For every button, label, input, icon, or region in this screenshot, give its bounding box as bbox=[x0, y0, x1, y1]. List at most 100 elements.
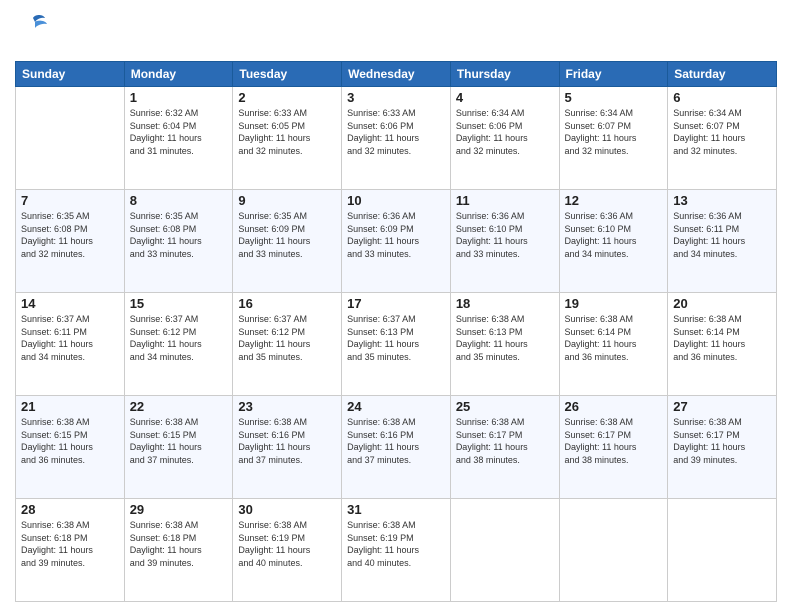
calendar-cell: 3 Sunrise: 6:33 AMSunset: 6:06 PMDaylight… bbox=[342, 87, 451, 190]
calendar-cell: 23 Sunrise: 6:38 AMSunset: 6:16 PMDayligh… bbox=[233, 396, 342, 499]
calendar-cell: 11Sunrise: 6:36 AMSunset: 6:10 PMDayligh… bbox=[450, 190, 559, 293]
calendar-cell: 21 Sunrise: 6:38 AMSunset: 6:15 PMDayligh… bbox=[16, 396, 125, 499]
cell-content: Sunrise: 6:37 AMSunset: 6:11 PMDaylight:… bbox=[21, 313, 119, 363]
day-number: 1 bbox=[130, 90, 228, 105]
cell-content: Sunrise: 6:33 AMSunset: 6:06 PMDaylight:… bbox=[347, 107, 445, 157]
calendar-cell: 28 Sunrise: 6:38 AMSunset: 6:18 PMDayligh… bbox=[16, 499, 125, 602]
day-number: 7 bbox=[21, 193, 119, 208]
calendar-cell: 26 Sunrise: 6:38 AMSunset: 6:17 PMDayligh… bbox=[559, 396, 668, 499]
cell-content: Sunrise: 6:38 AMSunset: 6:15 PMDaylight:… bbox=[21, 416, 119, 466]
calendar-cell: 14 Sunrise: 6:37 AMSunset: 6:11 PMDayligh… bbox=[16, 293, 125, 396]
calendar-cell bbox=[450, 499, 559, 602]
cell-content: Sunrise: 6:37 AMSunset: 6:12 PMDaylight:… bbox=[130, 313, 228, 363]
day-number: 10 bbox=[347, 193, 445, 208]
calendar-cell: 16 Sunrise: 6:37 AMSunset: 6:12 PMDayligh… bbox=[233, 293, 342, 396]
cell-content: Sunrise: 6:35 AMSunset: 6:08 PMDaylight:… bbox=[130, 210, 228, 260]
week-row-3: 14 Sunrise: 6:37 AMSunset: 6:11 PMDayligh… bbox=[16, 293, 777, 396]
weekday-header-monday: Monday bbox=[124, 62, 233, 87]
cell-content: Sunrise: 6:34 AMSunset: 6:07 PMDaylight:… bbox=[565, 107, 663, 157]
day-number: 9 bbox=[238, 193, 336, 208]
calendar-cell: 13 Sunrise: 6:36 AMSunset: 6:11 PMDayligh… bbox=[668, 190, 777, 293]
calendar-cell: 1 Sunrise: 6:32 AMSunset: 6:04 PMDaylight… bbox=[124, 87, 233, 190]
calendar-cell: 6 Sunrise: 6:34 AMSunset: 6:07 PMDaylight… bbox=[668, 87, 777, 190]
day-number: 21 bbox=[21, 399, 119, 414]
cell-content: Sunrise: 6:38 AMSunset: 6:16 PMDaylight:… bbox=[238, 416, 336, 466]
page: SundayMondayTuesdayWednesdayThursdayFrid… bbox=[0, 0, 792, 612]
cell-content: Sunrise: 6:36 AMSunset: 6:11 PMDaylight:… bbox=[673, 210, 771, 260]
cell-content: Sunrise: 6:34 AMSunset: 6:07 PMDaylight:… bbox=[673, 107, 771, 157]
day-number: 16 bbox=[238, 296, 336, 311]
calendar-cell: 20 Sunrise: 6:38 AMSunset: 6:14 PMDayligh… bbox=[668, 293, 777, 396]
calendar-table: SundayMondayTuesdayWednesdayThursdayFrid… bbox=[15, 61, 777, 602]
week-row-1: 1 Sunrise: 6:32 AMSunset: 6:04 PMDaylight… bbox=[16, 87, 777, 190]
day-number: 6 bbox=[673, 90, 771, 105]
calendar-cell: 25 Sunrise: 6:38 AMSunset: 6:17 PMDayligh… bbox=[450, 396, 559, 499]
header bbox=[15, 10, 777, 53]
cell-content: Sunrise: 6:32 AMSunset: 6:04 PMDaylight:… bbox=[130, 107, 228, 157]
calendar-cell: 4 Sunrise: 6:34 AMSunset: 6:06 PMDaylight… bbox=[450, 87, 559, 190]
logo-icon bbox=[15, 10, 51, 53]
cell-content: Sunrise: 6:38 AMSunset: 6:15 PMDaylight:… bbox=[130, 416, 228, 466]
day-number: 4 bbox=[456, 90, 554, 105]
day-number: 2 bbox=[238, 90, 336, 105]
calendar-cell: 8 Sunrise: 6:35 AMSunset: 6:08 PMDaylight… bbox=[124, 190, 233, 293]
cell-content: Sunrise: 6:37 AMSunset: 6:12 PMDaylight:… bbox=[238, 313, 336, 363]
day-number: 19 bbox=[565, 296, 663, 311]
cell-content: Sunrise: 6:38 AMSunset: 6:19 PMDaylight:… bbox=[347, 519, 445, 569]
day-number: 23 bbox=[238, 399, 336, 414]
day-number: 22 bbox=[130, 399, 228, 414]
cell-content: Sunrise: 6:35 AMSunset: 6:08 PMDaylight:… bbox=[21, 210, 119, 260]
cell-content: Sunrise: 6:38 AMSunset: 6:18 PMDaylight:… bbox=[21, 519, 119, 569]
calendar-cell: 15 Sunrise: 6:37 AMSunset: 6:12 PMDayligh… bbox=[124, 293, 233, 396]
week-row-5: 28 Sunrise: 6:38 AMSunset: 6:18 PMDayligh… bbox=[16, 499, 777, 602]
cell-content: Sunrise: 6:38 AMSunset: 6:14 PMDaylight:… bbox=[673, 313, 771, 363]
day-number: 28 bbox=[21, 502, 119, 517]
calendar-cell: 29 Sunrise: 6:38 AMSunset: 6:18 PMDayligh… bbox=[124, 499, 233, 602]
calendar-cell: 31Sunrise: 6:38 AMSunset: 6:19 PMDayligh… bbox=[342, 499, 451, 602]
day-number: 15 bbox=[130, 296, 228, 311]
day-number: 18 bbox=[456, 296, 554, 311]
cell-content: Sunrise: 6:36 AMSunset: 6:09 PMDaylight:… bbox=[347, 210, 445, 260]
cell-content: Sunrise: 6:33 AMSunset: 6:05 PMDaylight:… bbox=[238, 107, 336, 157]
calendar-cell: 2 Sunrise: 6:33 AMSunset: 6:05 PMDaylight… bbox=[233, 87, 342, 190]
calendar-cell: 12 Sunrise: 6:36 AMSunset: 6:10 PMDayligh… bbox=[559, 190, 668, 293]
day-number: 13 bbox=[673, 193, 771, 208]
cell-content: Sunrise: 6:35 AMSunset: 6:09 PMDaylight:… bbox=[238, 210, 336, 260]
day-number: 8 bbox=[130, 193, 228, 208]
day-number: 26 bbox=[565, 399, 663, 414]
calendar-cell: 19 Sunrise: 6:38 AMSunset: 6:14 PMDayligh… bbox=[559, 293, 668, 396]
day-number: 12 bbox=[565, 193, 663, 208]
day-number: 20 bbox=[673, 296, 771, 311]
cell-content: Sunrise: 6:34 AMSunset: 6:06 PMDaylight:… bbox=[456, 107, 554, 157]
calendar-cell: 9 Sunrise: 6:35 AMSunset: 6:09 PMDaylight… bbox=[233, 190, 342, 293]
cell-content: Sunrise: 6:38 AMSunset: 6:17 PMDaylight:… bbox=[673, 416, 771, 466]
calendar-cell: 27 Sunrise: 6:38 AMSunset: 6:17 PMDayligh… bbox=[668, 396, 777, 499]
weekday-header-wednesday: Wednesday bbox=[342, 62, 451, 87]
calendar-cell: 30Sunrise: 6:38 AMSunset: 6:19 PMDayligh… bbox=[233, 499, 342, 602]
weekday-header-friday: Friday bbox=[559, 62, 668, 87]
cell-content: Sunrise: 6:36 AMSunset: 6:10 PMDaylight:… bbox=[565, 210, 663, 260]
weekday-header-row: SundayMondayTuesdayWednesdayThursdayFrid… bbox=[16, 62, 777, 87]
day-number: 5 bbox=[565, 90, 663, 105]
cell-content: Sunrise: 6:38 AMSunset: 6:13 PMDaylight:… bbox=[456, 313, 554, 363]
day-number: 24 bbox=[347, 399, 445, 414]
day-number: 27 bbox=[673, 399, 771, 414]
day-number: 29 bbox=[130, 502, 228, 517]
week-row-2: 7 Sunrise: 6:35 AMSunset: 6:08 PMDaylight… bbox=[16, 190, 777, 293]
cell-content: Sunrise: 6:38 AMSunset: 6:17 PMDaylight:… bbox=[456, 416, 554, 466]
cell-content: Sunrise: 6:38 AMSunset: 6:18 PMDaylight:… bbox=[130, 519, 228, 569]
day-number: 25 bbox=[456, 399, 554, 414]
weekday-header-saturday: Saturday bbox=[668, 62, 777, 87]
cell-content: Sunrise: 6:36 AMSunset: 6:10 PMDaylight:… bbox=[456, 210, 554, 260]
day-number: 14 bbox=[21, 296, 119, 311]
calendar-cell: 18 Sunrise: 6:38 AMSunset: 6:13 PMDayligh… bbox=[450, 293, 559, 396]
day-number: 3 bbox=[347, 90, 445, 105]
cell-content: Sunrise: 6:38 AMSunset: 6:17 PMDaylight:… bbox=[565, 416, 663, 466]
cell-content: Sunrise: 6:38 AMSunset: 6:14 PMDaylight:… bbox=[565, 313, 663, 363]
weekday-header-sunday: Sunday bbox=[16, 62, 125, 87]
calendar-cell bbox=[16, 87, 125, 190]
calendar-cell: 24 Sunrise: 6:38 AMSunset: 6:16 PMDayligh… bbox=[342, 396, 451, 499]
day-number: 30 bbox=[238, 502, 336, 517]
cell-content: Sunrise: 6:38 AMSunset: 6:16 PMDaylight:… bbox=[347, 416, 445, 466]
calendar-cell: 17Sunrise: 6:37 AMSunset: 6:13 PMDayligh… bbox=[342, 293, 451, 396]
